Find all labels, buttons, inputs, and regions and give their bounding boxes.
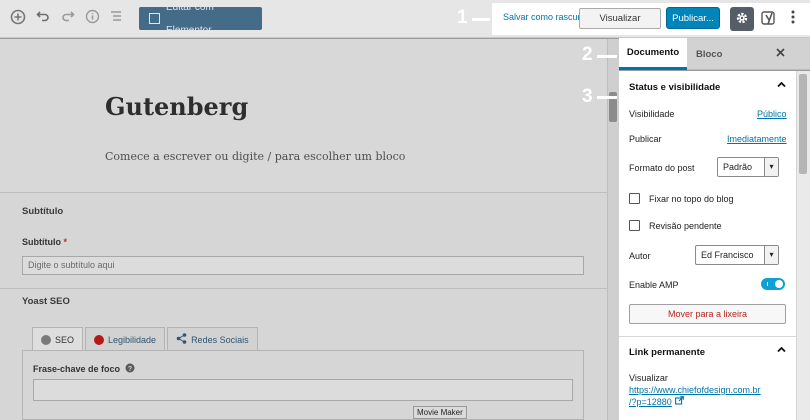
callout-1: 1 (457, 7, 468, 28)
preview-button[interactable]: Visualizar (579, 8, 661, 29)
subtitle-metabox-title: Subtítulo (22, 206, 64, 217)
focus-keyphrase-input[interactable] (33, 379, 573, 401)
amp-toggle[interactable] (761, 278, 785, 290)
post-format-select[interactable]: Padrão ▾ (717, 157, 779, 177)
redo-icon[interactable] (58, 9, 78, 29)
add-block-icon[interactable] (8, 9, 28, 29)
permalink-url-line1: https://www.chiefofdesign.com.br (629, 385, 761, 395)
chevron-down-icon: ▾ (764, 246, 778, 264)
toggle-knob (775, 280, 783, 288)
yoast-tabs: SEO Legibilidade Redes Sociais (32, 327, 260, 351)
status-section-title[interactable]: Status e visibilidade (629, 82, 720, 93)
pending-review-checkbox[interactable] (629, 220, 640, 231)
chevron-up-icon[interactable] (776, 345, 787, 357)
permalink-url[interactable]: https://www.chiefofdesign.com.br /?p=128… (629, 385, 779, 408)
outline-icon[interactable] (106, 9, 126, 29)
info-icon[interactable] (82, 9, 102, 29)
block-placeholder[interactable]: Comece a escrever ou digite / para escol… (105, 150, 405, 163)
elementor-label: Editar com Elementor (165, 1, 214, 36)
visibility-link[interactable]: Público (757, 109, 787, 119)
yoast-tab-seo[interactable]: SEO (32, 327, 84, 351)
callout-3: 3 (582, 86, 593, 107)
yoast-tab-social[interactable]: Redes Sociais (167, 327, 258, 351)
sticky-label: Fixar no topo do blog (649, 194, 734, 204)
seo-score-dot (41, 334, 51, 345)
focus-keyphrase-label: Frase-chave de foco ? (33, 363, 135, 375)
author-label: Autor (629, 251, 651, 261)
author-value: Ed Francisco (701, 250, 754, 260)
publish-label: Publicar (629, 134, 662, 144)
callout-3-line (597, 96, 617, 99)
edit-with-elementor-button[interactable]: Editar com Elementor (139, 2, 262, 36)
amp-label: Enable AMP (629, 280, 679, 290)
author-select[interactable]: Ed Francisco ▾ (695, 245, 779, 265)
pending-review-label: Revisão pendente (649, 221, 722, 231)
chevron-up-icon[interactable] (776, 80, 787, 92)
section-divider (619, 336, 796, 337)
subtitle-input[interactable]: Digite o subtítulo aqui (22, 256, 584, 275)
subtitle-field-label: Subtítulo * (22, 237, 68, 247)
permalink-view-label: Visualizar (629, 373, 668, 383)
tooltip: Movie Maker (413, 406, 467, 419)
settings-button[interactable] (730, 7, 754, 31)
more-vertical-icon[interactable] (786, 9, 800, 29)
post-title[interactable]: Gutenberg (105, 92, 248, 121)
yoast-tab-readability[interactable]: Legibilidade (85, 327, 166, 351)
elementor-icon (149, 13, 160, 24)
external-link-icon (674, 396, 684, 408)
callout-1-line (472, 18, 490, 21)
help-icon[interactable]: ? (125, 363, 135, 375)
post-format-value: Padrão (723, 162, 753, 172)
tab-block[interactable]: Bloco (696, 49, 722, 60)
chevron-down-icon: ▾ (764, 158, 778, 176)
sidebar-scrollbar-thumb[interactable] (799, 74, 807, 174)
permalink-url-line2: /?p=12880 (629, 396, 672, 407)
share-icon (176, 333, 187, 346)
callout-2: 2 (582, 44, 593, 65)
svg-text:?: ? (128, 366, 132, 373)
yoast-icon[interactable] (760, 10, 778, 28)
post-format-label: Formato do post (629, 163, 695, 173)
move-to-trash-button[interactable]: Mover para a lixeira (629, 304, 786, 324)
tab-document[interactable]: Documento (619, 38, 687, 70)
callout-2-line (597, 55, 617, 58)
publish-button[interactable]: Publicar... (666, 7, 720, 29)
readability-score-dot (94, 334, 105, 345)
visibility-label: Visibilidade (629, 109, 675, 119)
permalink-section-title[interactable]: Link permanente (629, 347, 705, 358)
yoast-tab-readability-label: Legibilidade (108, 334, 157, 345)
undo-icon[interactable] (33, 9, 53, 29)
close-icon[interactable] (776, 45, 785, 60)
publish-date-link[interactable]: Imediatamente (727, 134, 787, 144)
yoast-metabox-title: Yoast SEO (22, 296, 70, 307)
yoast-tab-social-label: Redes Sociais (191, 334, 249, 345)
yoast-tab-seo-label: SEO (55, 334, 75, 345)
gear-icon (735, 11, 749, 28)
sticky-checkbox[interactable] (629, 193, 640, 204)
toggle-on-mark (767, 282, 768, 286)
